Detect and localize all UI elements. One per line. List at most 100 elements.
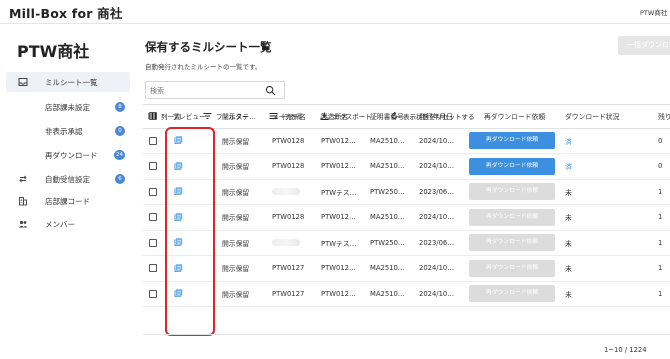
status-cell: 開示保留	[218, 230, 268, 256]
table-row[interactable]: 開示保留 PTWテス… PTW250… 2023/06… 再ダウンロード依頼未 1	[143, 179, 670, 205]
search-input[interactable]	[150, 85, 260, 96]
row-checkbox[interactable]	[149, 289, 157, 298]
column-header[interactable]: 発行年月日	[415, 105, 464, 129]
row-checkbox-cell[interactable]	[143, 204, 165, 231]
redownload-cell: 再ダウンロード依頼	[464, 281, 561, 307]
redacted-maker	[272, 188, 300, 196]
sidebar: PTW商社 ミルシート一覧 店部課未設定 8 非表示承認 0 再ダウンロード 2…	[0, 25, 140, 359]
redownload-request-button[interactable]: 再ダウンロード依頼	[469, 208, 555, 226]
preview-cell[interactable]	[165, 255, 218, 282]
column-header[interactable]: 残り	[656, 105, 670, 129]
redownload-request-button[interactable]: 再ダウンロード依頼	[469, 132, 555, 150]
preview-document-icon[interactable]	[174, 136, 183, 145]
select-all-checkbox[interactable]	[149, 112, 157, 121]
download-status-cell: 未	[561, 230, 656, 256]
cert-number-cell: MA2510…	[366, 255, 415, 282]
plant-cell: PTW012…	[317, 128, 366, 154]
select-all-checkbox-cell[interactable]	[143, 105, 165, 129]
preview-cell[interactable]	[165, 128, 218, 154]
maker-name: PTW0127	[272, 289, 305, 298]
search-icon[interactable]	[265, 85, 276, 96]
table-row[interactable]: 開示保留 PTWテス… PTW250… 2023/06… 再ダウンロード依頼未 1	[143, 230, 670, 256]
cert-number-cell: MA2510…	[366, 281, 415, 307]
sidebar-item-millsheet-list[interactable]: ミルシート一覧	[6, 72, 130, 92]
count-badge: 0	[115, 126, 125, 136]
preview-document-icon[interactable]	[174, 187, 183, 196]
sidebar-item-members[interactable]: メンバー	[6, 214, 130, 234]
remaining-cell: 0	[656, 128, 670, 154]
sidebar-item-label: 再ダウンロード	[45, 150, 98, 160]
column-header[interactable]: プレビュー	[165, 105, 218, 129]
column-header[interactable]: 証明書番号	[366, 105, 415, 129]
sidebar-item-dept-code[interactable]: 店部課コード	[6, 191, 130, 211]
row-checkbox-cell[interactable]	[143, 153, 165, 180]
issue-date-cell: 2024/10…	[415, 281, 464, 307]
table-row[interactable]: 開示保留 PTW0127 PTW012… MA2510… 2024/10… 再ダウンロード…	[143, 281, 670, 307]
preview-cell[interactable]	[165, 230, 218, 256]
remaining-cell: 1	[656, 281, 670, 307]
row-checkbox[interactable]	[149, 136, 157, 145]
column-header[interactable]: ダウンロード状況	[561, 105, 656, 129]
cert-number-cell: MA2510…	[366, 128, 415, 154]
row-checkbox[interactable]	[149, 213, 157, 222]
maker-name: PTW0128	[272, 136, 305, 145]
row-checkbox-cell[interactable]	[143, 179, 165, 205]
account-menu[interactable]: PTW商社	[640, 7, 670, 17]
preview-cell[interactable]	[165, 204, 218, 231]
sidebar-item-hidden-approval[interactable]: 非表示承認 0	[6, 121, 130, 141]
maker-name: PTW0128	[272, 162, 305, 171]
preview-document-icon[interactable]	[174, 212, 183, 222]
table-row[interactable]: 開示保留 PTW0127 PTW012… MA2510… 2024/10… 再ダウンロード…	[143, 255, 670, 282]
swap-icon	[19, 175, 27, 183]
redacted-maker	[272, 239, 300, 247]
table-row[interactable]: 開示保留 PTW0128 PTW012… MA2510… 2024/10… 再ダウンロード…	[143, 128, 670, 154]
row-checkbox-cell[interactable]	[143, 255, 165, 282]
issue-date-cell: 2023/06…	[415, 179, 464, 205]
row-checkbox-cell[interactable]	[143, 230, 165, 256]
row-checkbox[interactable]	[149, 238, 157, 247]
plant-cell: PTW012…	[317, 153, 366, 180]
bulk-download-button[interactable]: 一括ダウンロード	[618, 36, 670, 55]
preview-document-icon[interactable]	[174, 161, 183, 171]
row-checkbox[interactable]	[149, 162, 157, 171]
maker-cell: PTW0128	[268, 204, 317, 231]
redownload-request-button[interactable]: 再ダウンロード依頼	[469, 157, 555, 175]
row-checkbox-cell[interactable]	[143, 281, 165, 307]
download-status-cell: 未	[561, 255, 656, 282]
row-checkbox[interactable]	[149, 264, 157, 273]
redownload-request-button[interactable]: 再ダウンロード依頼	[469, 183, 555, 201]
redownload-cell: 再ダウンロード依頼	[464, 153, 561, 180]
column-header[interactable]: 開示ステ…	[218, 105, 268, 129]
preview-cell[interactable]	[165, 281, 218, 307]
row-checkbox[interactable]	[149, 187, 157, 196]
table-row[interactable]: 開示保留 PTW0128 PTW012… MA2510… 2024/10… 再ダウンロード…	[143, 153, 670, 180]
column-header[interactable]: メーカー名	[268, 105, 317, 129]
redownload-cell: 再ダウンロード依頼	[464, 230, 561, 256]
sidebar-item-label: 非表示承認	[45, 126, 83, 136]
count-badge: 8	[115, 102, 125, 112]
sidebar-item-auto-receive[interactable]: 自動受信設定 6	[6, 169, 130, 189]
preview-cell[interactable]	[165, 179, 218, 205]
preview-cell[interactable]	[165, 153, 218, 180]
table-header-row: プレビュー 開示ステ… メーカー名 製造所名 証明書番号 発行年月日 再ダウンロ…	[143, 105, 670, 129]
maker-cell: PTW0127	[268, 255, 317, 282]
status-cell: 開示保留	[218, 128, 268, 154]
column-header[interactable]: 再ダウンロード依頼	[464, 105, 561, 129]
maker-name: PTW0127	[272, 264, 305, 273]
table-row[interactable]: 開示保留 PTW0128 PTW012… MA2510… 2024/10… 再ダウンロード…	[143, 204, 670, 231]
remaining-cell: 1	[656, 179, 670, 205]
preview-document-icon[interactable]	[174, 263, 183, 273]
sidebar-item-redownload[interactable]: 再ダウンロード 24	[6, 145, 130, 165]
redownload-request-button[interactable]: 再ダウンロード依頼	[469, 259, 555, 277]
preview-document-icon[interactable]	[174, 289, 183, 298]
sidebar-item-unset-dept[interactable]: 店部課未設定 8	[6, 97, 130, 117]
redownload-request-button[interactable]: 再ダウンロード依頼	[469, 285, 555, 303]
preview-document-icon[interactable]	[174, 238, 183, 247]
plant-cell: PTWテス…	[317, 230, 366, 256]
maker-cell	[268, 179, 317, 205]
column-header[interactable]: 製造所名	[317, 105, 366, 129]
issue-date-cell: 2024/10…	[415, 204, 464, 231]
count-badge: 24	[114, 150, 125, 160]
row-checkbox-cell[interactable]	[143, 128, 165, 154]
redownload-request-button[interactable]: 再ダウンロード依頼	[469, 234, 555, 252]
